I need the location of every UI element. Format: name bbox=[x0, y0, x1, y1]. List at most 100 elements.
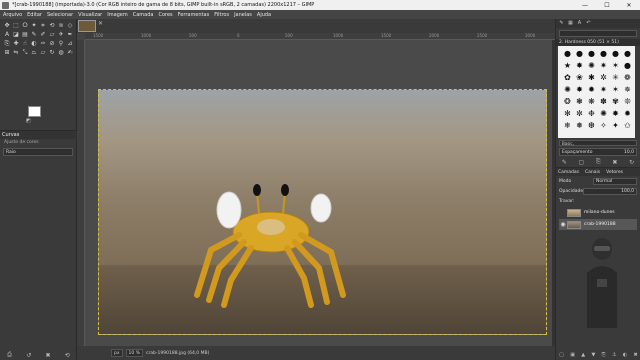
perspective-icon[interactable]: ⏢ bbox=[30, 49, 38, 57]
scale-icon[interactable]: ⤡ bbox=[21, 49, 29, 57]
menu-janelas[interactable]: Janelas bbox=[234, 12, 252, 18]
anchor-layer-icon[interactable]: ⚓ bbox=[612, 352, 616, 358]
brush-preview[interactable]: ❄ bbox=[562, 120, 573, 131]
dodge-icon[interactable]: ◐ bbox=[30, 40, 38, 48]
close-tab-icon[interactable]: ✕ bbox=[98, 20, 103, 27]
foreground-color-swatch[interactable] bbox=[28, 106, 41, 117]
brush-preview[interactable]: ❁ bbox=[622, 72, 633, 83]
brush-preview[interactable]: ❊ bbox=[622, 96, 633, 107]
reset-icon[interactable]: ⟲ bbox=[65, 352, 70, 359]
history-tab-icon[interactable]: ↶ bbox=[585, 20, 592, 27]
brush-preview[interactable]: ● bbox=[598, 48, 609, 59]
brush-preview[interactable]: ★ bbox=[562, 60, 573, 71]
brush-preview[interactable]: ✦ bbox=[610, 120, 621, 131]
tab-paths[interactable]: Vetores bbox=[604, 170, 623, 175]
brush-preview[interactable]: ❃ bbox=[574, 96, 585, 107]
brushes-tab-icon[interactable]: ✎ bbox=[558, 20, 565, 27]
tab-layers[interactable]: Camadas bbox=[556, 170, 579, 175]
delete-layer-icon[interactable]: ✖ bbox=[634, 352, 638, 358]
menu-imagem[interactable]: Imagem bbox=[107, 12, 128, 18]
heal-icon[interactable]: ✚ bbox=[12, 40, 20, 48]
new-brush-icon[interactable]: ▢ bbox=[579, 159, 585, 166]
brush-preview[interactable]: ✼ bbox=[574, 108, 585, 119]
vertical-ruler[interactable] bbox=[77, 40, 85, 346]
brush-preview[interactable]: ✸ bbox=[574, 60, 585, 71]
menu-ajuda[interactable]: Ajuda bbox=[257, 12, 271, 18]
menu-cores[interactable]: Cores bbox=[158, 12, 172, 18]
duplicate-layer-icon[interactable]: ⎘ bbox=[602, 352, 606, 358]
warp-icon[interactable]: ≋ bbox=[57, 22, 65, 30]
save-preset-icon[interactable]: ⎙ bbox=[7, 351, 12, 359]
reset-colors-icon[interactable]: ◩ bbox=[26, 118, 31, 124]
brush-preview[interactable]: ✺ bbox=[586, 60, 597, 71]
rect-select-icon[interactable]: ⬚ bbox=[12, 22, 20, 30]
brush-preview[interactable]: ✸ bbox=[574, 84, 585, 95]
blur-icon[interactable]: ◍ bbox=[57, 49, 65, 57]
new-layer-icon[interactable]: ▢ bbox=[559, 352, 564, 358]
brush-preview[interactable]: ❀ bbox=[574, 72, 585, 83]
crab-image[interactable] bbox=[98, 89, 547, 335]
restore-icon[interactable]: ↺ bbox=[26, 352, 31, 359]
duplicate-brush-icon[interactable]: ⎘ bbox=[596, 158, 601, 166]
brush-preview[interactable]: ● bbox=[562, 48, 573, 59]
brush-preview[interactable]: ✶ bbox=[610, 60, 621, 71]
move-icon[interactable]: ✥ bbox=[3, 22, 11, 30]
brush-preview[interactable]: ● bbox=[574, 48, 585, 59]
layer-group-icon[interactable]: ▣ bbox=[570, 352, 575, 358]
brush-preview[interactable]: ✱ bbox=[586, 72, 597, 83]
delete-icon[interactable]: ✖ bbox=[46, 352, 51, 359]
opacity-field[interactable]: 100,0 bbox=[583, 188, 637, 195]
layer-name[interactable]: crab-1990188 bbox=[584, 222, 616, 227]
menu-arquivo[interactable]: Arquivo bbox=[3, 12, 22, 18]
brush-preview[interactable]: ❂ bbox=[562, 96, 573, 107]
brush-preview[interactable]: ❉ bbox=[586, 108, 597, 119]
tab-channels[interactable]: Canais bbox=[583, 170, 600, 175]
refresh-brushes-icon[interactable]: ↻ bbox=[629, 159, 634, 166]
brush-preview[interactable]: ✩ bbox=[622, 120, 633, 131]
brush-preview[interactable]: ✹ bbox=[586, 84, 597, 95]
brush-preview[interactable]: ✵ bbox=[622, 84, 633, 95]
lasso-icon[interactable]: ⵔ bbox=[21, 22, 29, 30]
brush-filter-input[interactable] bbox=[559, 30, 637, 37]
brush-preview[interactable]: ✷ bbox=[598, 84, 609, 95]
brush-preview[interactable]: ● bbox=[622, 48, 633, 59]
paths-icon[interactable]: ✑ bbox=[39, 40, 47, 48]
mode-select[interactable]: Normal bbox=[593, 178, 637, 185]
brush-preview[interactable]: ✹ bbox=[622, 108, 633, 119]
unit-selector[interactable]: px bbox=[111, 349, 123, 357]
brush-preview[interactable]: ✾ bbox=[610, 96, 621, 107]
brush-preview[interactable]: ✺ bbox=[598, 108, 609, 119]
bucket-icon[interactable]: ◪ bbox=[12, 31, 20, 39]
pencil-icon[interactable]: ✎ bbox=[30, 31, 38, 39]
brush-preview[interactable]: ✸ bbox=[610, 108, 621, 119]
brush-tag-field[interactable]: Basic, bbox=[559, 140, 637, 146]
brush-preview[interactable]: ● bbox=[586, 48, 597, 59]
ink-icon[interactable]: ✒ bbox=[66, 31, 74, 39]
cage-icon[interactable]: ◇ bbox=[66, 22, 74, 30]
text-icon[interactable]: A bbox=[3, 31, 11, 39]
curves-preset-field[interactable]: Raio bbox=[3, 148, 73, 156]
lower-layer-icon[interactable]: ▼ bbox=[591, 352, 595, 358]
image-tab-thumbnail[interactable] bbox=[78, 20, 96, 32]
spacing-field[interactable]: Espaçamento 10,0 bbox=[559, 148, 637, 156]
brush-preview[interactable]: ✷ bbox=[598, 60, 609, 71]
align-icon[interactable]: ⊞ bbox=[3, 49, 11, 57]
mypaint-icon[interactable]: ✍ bbox=[66, 49, 74, 57]
clone-icon[interactable]: ⎘ bbox=[3, 40, 11, 48]
color-picker-icon[interactable]: ⊘ bbox=[48, 40, 56, 48]
brush-preview[interactable]: ✧ bbox=[598, 120, 609, 131]
fonts-tab-icon[interactable]: A bbox=[576, 20, 583, 27]
close-button[interactable]: ✕ bbox=[618, 0, 640, 10]
maximize-button[interactable]: ☐ bbox=[596, 0, 618, 10]
brush-preview[interactable]: ✳ bbox=[610, 72, 621, 83]
raise-layer-icon[interactable]: ▲ bbox=[581, 352, 585, 358]
layer-name[interactable]: milano-dunes bbox=[584, 210, 615, 215]
measure-icon[interactable]: ⊿ bbox=[66, 40, 74, 48]
edit-brush-icon[interactable]: ✎ bbox=[562, 159, 567, 166]
brush-preview[interactable]: ✲ bbox=[598, 72, 609, 83]
menu-editar[interactable]: Editar bbox=[27, 12, 42, 18]
layer-row-selected[interactable]: ◉ crab-1990188 bbox=[559, 219, 637, 230]
eye-icon[interactable]: ◉ bbox=[559, 221, 567, 228]
menu-ferramentas[interactable]: Ferramentas bbox=[178, 12, 210, 18]
brush-preview[interactable]: ❆ bbox=[586, 120, 597, 131]
